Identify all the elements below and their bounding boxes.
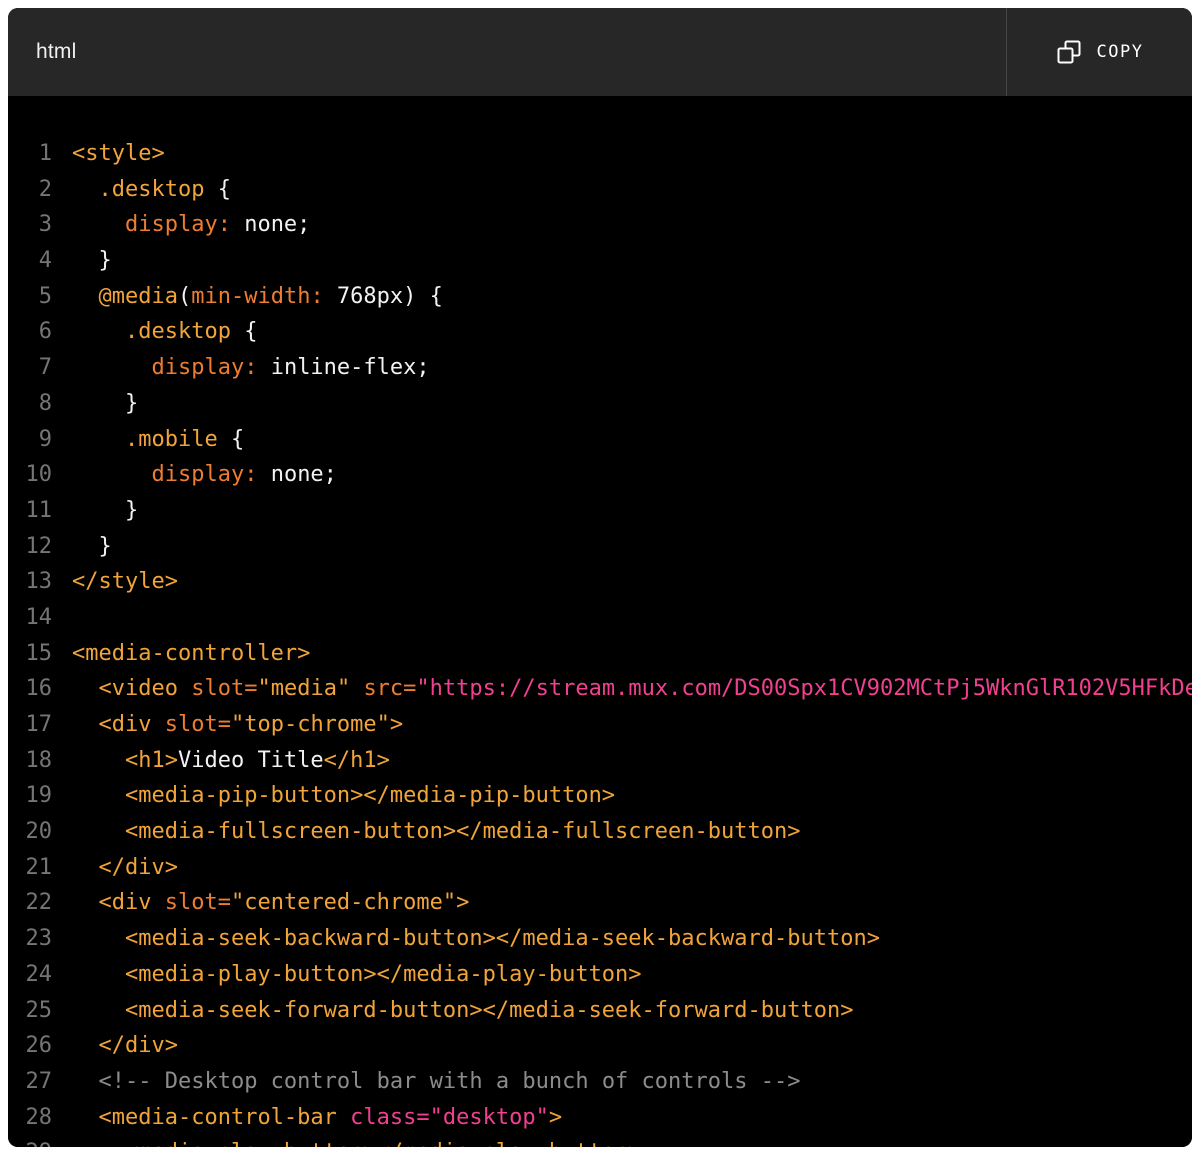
code-text: <media-play-button></media-play-button> xyxy=(52,1135,642,1147)
code-text: </div> xyxy=(52,1028,178,1064)
code-line: 5 @media(min-width: 768px) { xyxy=(8,279,1192,315)
code-line: 11 } xyxy=(8,493,1192,529)
code-line: 2 .desktop { xyxy=(8,172,1192,208)
code-text: <h1>Video Title</h1> xyxy=(52,743,390,779)
code-text: <media-controller> xyxy=(52,636,310,672)
code-text: .desktop { xyxy=(52,314,257,350)
code-line: 6 .desktop { xyxy=(8,314,1192,350)
code-text: <style> xyxy=(52,136,165,172)
code-line: 20 <media-fullscreen-button></media-full… xyxy=(8,814,1192,850)
code-text: <media-control-bar class="desktop"> xyxy=(52,1100,562,1136)
line-number: 8 xyxy=(8,386,52,422)
copy-icon xyxy=(1056,39,1082,65)
code-text: } xyxy=(52,493,138,529)
code-line: 16 <video slot="media" src="https://stre… xyxy=(8,671,1192,707)
line-number: 18 xyxy=(8,743,52,779)
line-number: 5 xyxy=(8,279,52,315)
code-line: 13</style> xyxy=(8,564,1192,600)
line-number: 25 xyxy=(8,993,52,1029)
line-number: 3 xyxy=(8,207,52,243)
line-number: 4 xyxy=(8,243,52,279)
code-text: <!-- Desktop control bar with a bunch of… xyxy=(52,1064,801,1100)
code-text: } xyxy=(52,529,112,565)
code-text: display: inline-flex; xyxy=(52,350,430,386)
line-number: 27 xyxy=(8,1064,52,1100)
code-line: 19 <media-pip-button></media-pip-button> xyxy=(8,778,1192,814)
code-block: html COPY 1<style>2 .desktop {3 display:… xyxy=(8,8,1192,1147)
code-line: 14 xyxy=(8,600,1192,636)
line-number: 16 xyxy=(8,671,52,707)
line-number: 29 xyxy=(8,1135,52,1147)
line-number: 28 xyxy=(8,1100,52,1136)
code-text: </style> xyxy=(52,564,178,600)
line-number: 14 xyxy=(8,600,52,636)
code-line: 17 <div slot="top-chrome"> xyxy=(8,707,1192,743)
code-line: 24 <media-play-button></media-play-butto… xyxy=(8,957,1192,993)
line-number: 20 xyxy=(8,814,52,850)
code-line: 12 } xyxy=(8,529,1192,565)
line-number: 15 xyxy=(8,636,52,672)
code-text: <media-seek-backward-button></media-seek… xyxy=(52,921,880,957)
code-line: 15<media-controller> xyxy=(8,636,1192,672)
line-number: 12 xyxy=(8,529,52,565)
code-text: <video slot="media" src="https://stream.… xyxy=(52,671,1192,707)
code-line: 3 display: none; xyxy=(8,207,1192,243)
line-number: 10 xyxy=(8,457,52,493)
line-number: 23 xyxy=(8,921,52,957)
line-number: 2 xyxy=(8,172,52,208)
code-text: } xyxy=(52,386,138,422)
line-number: 7 xyxy=(8,350,52,386)
line-number: 26 xyxy=(8,1028,52,1064)
code-line: 10 display: none; xyxy=(8,457,1192,493)
code-line: 25 <media-seek-forward-button></media-se… xyxy=(8,993,1192,1029)
code-text: <div slot="centered-chrome"> xyxy=(52,885,469,921)
code-line: 1<style> xyxy=(8,136,1192,172)
line-number: 11 xyxy=(8,493,52,529)
code-line: 7 display: inline-flex; xyxy=(8,350,1192,386)
code-line: 26 </div> xyxy=(8,1028,1192,1064)
line-number: 24 xyxy=(8,957,52,993)
code-text: <media-seek-forward-button></media-seek-… xyxy=(52,993,853,1029)
code-line: 29 <media-play-button></media-play-butto… xyxy=(8,1135,1192,1147)
code-line: 21 </div> xyxy=(8,850,1192,886)
code-line: 18 <h1>Video Title</h1> xyxy=(8,743,1192,779)
code-text: <media-play-button></media-play-button> xyxy=(52,957,642,993)
code-line: 4 } xyxy=(8,243,1192,279)
code-text: display: none; xyxy=(52,457,337,493)
line-number: 6 xyxy=(8,314,52,350)
code-text: .mobile { xyxy=(52,422,244,458)
code-line: 22 <div slot="centered-chrome"> xyxy=(8,885,1192,921)
code-area[interactable]: 1<style>2 .desktop {3 display: none;4 }5… xyxy=(8,96,1192,1147)
line-number: 1 xyxy=(8,136,52,172)
code-line: 9 .mobile { xyxy=(8,422,1192,458)
code-text: <media-pip-button></media-pip-button> xyxy=(52,778,615,814)
code-text: } xyxy=(52,243,112,279)
code-lines: 1<style>2 .desktop {3 display: none;4 }5… xyxy=(8,136,1192,1147)
code-line: 27 <!-- Desktop control bar with a bunch… xyxy=(8,1064,1192,1100)
code-line: 28 <media-control-bar class="desktop"> xyxy=(8,1100,1192,1136)
language-label: html xyxy=(8,8,76,96)
line-number: 21 xyxy=(8,850,52,886)
line-number: 9 xyxy=(8,422,52,458)
code-text: <media-fullscreen-button></media-fullscr… xyxy=(52,814,801,850)
code-text: @media(min-width: 768px) { xyxy=(52,279,443,315)
copy-button-label: COPY xyxy=(1097,42,1144,62)
line-number: 17 xyxy=(8,707,52,743)
code-text: .desktop { xyxy=(52,172,231,208)
line-number: 19 xyxy=(8,778,52,814)
code-header: html COPY xyxy=(8,8,1192,96)
code-line: 8 } xyxy=(8,386,1192,422)
code-text: </div> xyxy=(52,850,178,886)
code-text: <div slot="top-chrome"> xyxy=(52,707,403,743)
code-text: display: none; xyxy=(52,207,310,243)
line-number: 22 xyxy=(8,885,52,921)
code-line: 23 <media-seek-backward-button></media-s… xyxy=(8,921,1192,957)
code-text xyxy=(52,600,72,636)
line-number: 13 xyxy=(8,564,52,600)
copy-button[interactable]: COPY xyxy=(1006,8,1192,96)
